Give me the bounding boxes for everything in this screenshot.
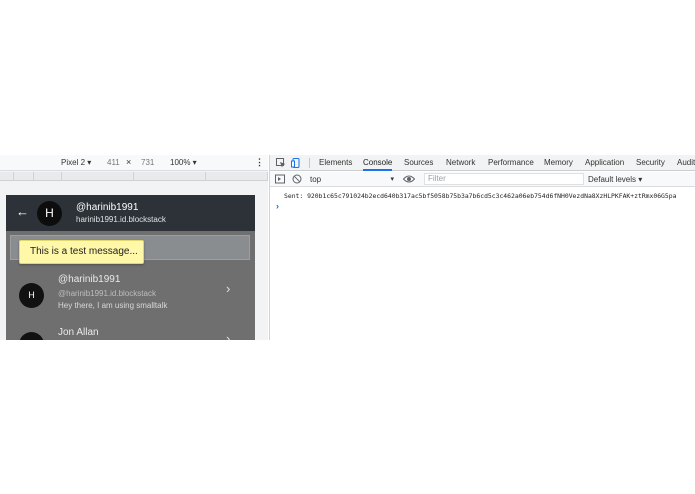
contact-id: @harinib1991.id.blockstack bbox=[58, 289, 156, 298]
list-item[interactable]: H Jon Allan › bbox=[6, 326, 255, 340]
header-userid: harinib1991.id.blockstack bbox=[76, 215, 166, 224]
chevron-down-icon: ▾ bbox=[390, 176, 394, 183]
tab-application[interactable]: Application bbox=[585, 155, 624, 171]
media-query-ruler bbox=[0, 172, 268, 181]
last-message: Hey there, I am using smalltalk bbox=[58, 301, 168, 310]
tab-sources[interactable]: Sources bbox=[404, 155, 433, 171]
avatar: H bbox=[37, 201, 62, 226]
ruler-segment[interactable] bbox=[206, 172, 268, 181]
device-toolbar-icon[interactable] bbox=[291, 158, 301, 168]
ruler-segment[interactable] bbox=[14, 172, 34, 181]
chevron-right-icon: › bbox=[226, 331, 231, 340]
tab-performance[interactable]: Performance bbox=[488, 155, 534, 171]
execution-context-select[interactable]: top ▾ bbox=[310, 174, 394, 185]
tab-elements[interactable]: Elements bbox=[319, 155, 352, 171]
toast-message: This is a test message... bbox=[19, 240, 144, 264]
clear-console-icon[interactable] bbox=[292, 174, 302, 184]
filter-input[interactable]: Filter bbox=[424, 173, 584, 185]
device-height-input[interactable]: 731 bbox=[141, 158, 154, 167]
devtools-panel: Elements Console Sources Network Perform… bbox=[269, 155, 695, 340]
tab-security[interactable]: Security bbox=[636, 155, 665, 171]
device-emulation-pane: Pixel 2 ▾ 411 × 731 100% ▾ ⋮ ← H @harini… bbox=[0, 155, 268, 340]
phone-viewport: ← H @harinib1991 harinib1991.id.blocksta… bbox=[6, 195, 255, 340]
contact-name: @harinib1991 bbox=[58, 274, 121, 285]
tab-divider bbox=[309, 158, 310, 168]
ruler-segment[interactable] bbox=[62, 172, 134, 181]
console-toolbar: top ▾ Filter Default levels ▾ bbox=[270, 172, 695, 187]
device-select[interactable]: Pixel 2 ▾ bbox=[61, 158, 91, 167]
screen-content: Pixel 2 ▾ 411 × 731 100% ▾ ⋮ ← H @harini… bbox=[0, 155, 695, 340]
log-levels-select[interactable]: Default levels ▾ bbox=[588, 174, 642, 185]
device-toolbar: Pixel 2 ▾ 411 × 731 100% ▾ ⋮ bbox=[0, 155, 268, 171]
devtools-tabbar: Elements Console Sources Network Perform… bbox=[270, 155, 695, 171]
console-prompt-icon[interactable]: › bbox=[276, 201, 279, 211]
inspect-element-icon[interactable] bbox=[276, 158, 286, 168]
zoom-select[interactable]: 100% ▾ bbox=[170, 158, 197, 167]
context-value: top bbox=[310, 175, 322, 184]
tab-memory[interactable]: Memory bbox=[544, 155, 573, 171]
back-arrow-icon[interactable]: ← bbox=[16, 204, 29, 220]
contact-name: Jon Allan bbox=[58, 327, 99, 338]
avatar: H bbox=[19, 332, 44, 340]
eye-icon[interactable] bbox=[403, 174, 415, 184]
chevron-right-icon: › bbox=[226, 281, 231, 296]
chat-header: ← H @harinib1991 harinib1991.id.blocksta… bbox=[6, 195, 255, 231]
avatar: H bbox=[19, 283, 44, 308]
console-log-message: Sent: 920b1c65c791024b2ecd640b317ac5bf50… bbox=[284, 192, 677, 200]
header-username: @harinib1991 bbox=[76, 202, 139, 213]
ruler-segment[interactable] bbox=[34, 172, 62, 181]
tab-audits[interactable]: Audits bbox=[677, 155, 695, 171]
more-options-icon[interactable]: ⋮ bbox=[255, 157, 264, 168]
dimension-separator: × bbox=[126, 157, 132, 167]
ruler-segment[interactable] bbox=[134, 172, 206, 181]
tab-network[interactable]: Network bbox=[446, 155, 475, 171]
device-width-input[interactable]: 411 bbox=[107, 158, 120, 167]
tab-console[interactable]: Console bbox=[363, 155, 393, 171]
list-item[interactable]: H @harinib1991 @harinib1991.id.blockstac… bbox=[6, 273, 255, 325]
show-sidebar-icon[interactable] bbox=[275, 174, 285, 184]
ruler-segment[interactable] bbox=[0, 172, 14, 181]
